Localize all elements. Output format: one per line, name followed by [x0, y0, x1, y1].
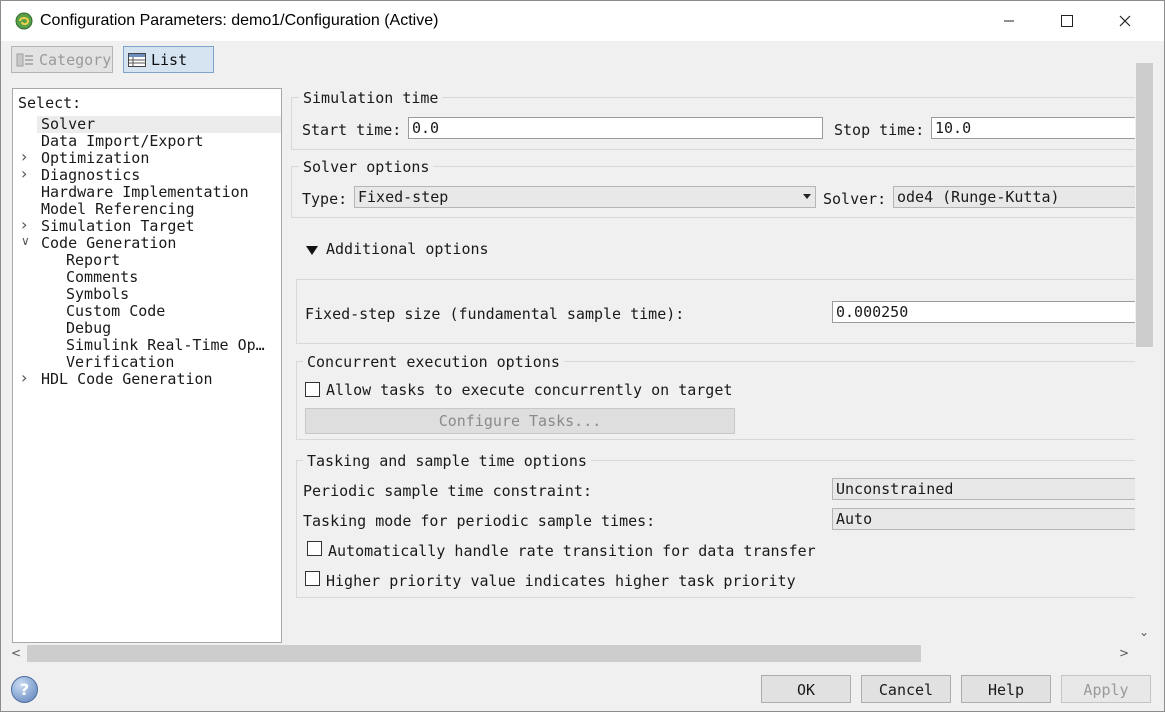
category-view-button[interactable]: Category [11, 46, 113, 73]
auto-rate-transition-label: Automatically handle rate transition for… [328, 542, 816, 560]
allow-concurrent-checkbox[interactable] [305, 382, 320, 397]
tree-item-label: Simulink Real-Time Op… [66, 336, 265, 354]
solver-pane: Simulation time Start time: 0.0 Stop tim… [284, 88, 1135, 643]
tree-item-label: Custom Code [66, 302, 166, 320]
tasking-mode-label: Tasking mode for periodic sample times: [303, 512, 656, 530]
type-dropdown[interactable]: Fixed-step [354, 186, 816, 208]
tree-item-label: HDL Code Generation [41, 370, 213, 388]
solver-value: ode4 (Runge-Kutta) [897, 188, 1060, 206]
tree-item-label: Comments [66, 268, 139, 286]
list-icon [128, 52, 146, 67]
start-time-field[interactable]: 0.0 [408, 117, 823, 139]
fixed-step-field[interactable]: 0.000250 [832, 301, 1135, 323]
tree-item-label: Optimization [41, 149, 150, 167]
maximize-icon [1061, 15, 1073, 27]
tasking-mode-dropdown[interactable]: Auto [832, 508, 1135, 530]
help-button[interactable]: Help [961, 675, 1051, 703]
additional-options-toggle[interactable]: Additional options [306, 240, 489, 258]
tree-item[interactable]: Model Referencing [41, 201, 195, 218]
minimize-icon [1004, 20, 1014, 22]
vertical-scroll-thumb[interactable] [1136, 63, 1153, 347]
tree-item[interactable]: Code Generation [41, 235, 176, 252]
tree-item[interactable]: HDL Code Generation [41, 371, 213, 388]
tree-item[interactable]: Simulink Real-Time Op… [66, 337, 265, 354]
periodic-constraint-value: Unconstrained [836, 480, 954, 498]
apply-button[interactable]: Apply [1061, 675, 1151, 703]
tree-item[interactable]: Debug [66, 320, 111, 337]
type-value: Fixed-step [358, 188, 449, 206]
tree-item-label: Diagnostics [41, 166, 141, 184]
tree-item[interactable]: Hardware Implementation [41, 184, 249, 201]
help-icon[interactable]: ? [11, 676, 38, 703]
tree-item-label: Hardware Implementation [41, 183, 249, 201]
tree-item-label: Data Import/Export [41, 132, 204, 150]
concurrent-execution-title: Concurrent execution options [303, 353, 564, 371]
solver-options-title: Solver options [299, 158, 434, 176]
scroll-right-icon[interactable]: > [1119, 646, 1129, 660]
cancel-button[interactable]: Cancel [861, 675, 951, 703]
stop-time-field[interactable]: 10.0 [931, 117, 1135, 139]
tree-item-label: Report [66, 251, 121, 269]
tree-item-label: Verification [66, 353, 175, 371]
periodic-constraint-dropdown[interactable]: Unconstrained [832, 478, 1135, 500]
select-label: Select: [18, 94, 82, 112]
tree-item[interactable]: Diagnostics [41, 167, 140, 184]
category-tree: Select: Solver Data Import/Export Optimiza… [12, 88, 282, 643]
solver-label: Solver: [823, 190, 887, 208]
close-icon [1119, 15, 1131, 27]
close-button[interactable] [1096, 1, 1154, 41]
scroll-left-icon[interactable]: < [11, 646, 21, 660]
window-title: Configuration Parameters: demo1/Configur… [40, 12, 439, 29]
tree-item-label: Symbols [66, 285, 130, 303]
category-icon [16, 53, 33, 66]
higher-priority-checkbox[interactable] [305, 571, 320, 586]
list-view-button[interactable]: List [123, 46, 214, 73]
auto-rate-transition-checkbox[interactable] [307, 541, 322, 556]
tasking-mode-value: Auto [836, 510, 873, 528]
config-params-window: Configuration Parameters: demo1/Configur… [0, 0, 1165, 712]
tree-item[interactable]: Optimization [41, 150, 149, 167]
scroll-down-icon[interactable]: ⌄ [1139, 625, 1149, 639]
tree-item[interactable]: Data Import/Export [41, 133, 204, 150]
periodic-constraint-label: Periodic sample time constraint: [303, 482, 592, 500]
higher-priority-label: Higher priority value indicates higher t… [326, 572, 796, 590]
tree-item-label: Simulation Target [41, 217, 195, 235]
tree-item[interactable]: Verification [66, 354, 174, 371]
tree-item[interactable]: Solver [37, 116, 281, 133]
chevron-down-icon[interactable]: ∨ [21, 234, 30, 248]
title-bar: Configuration Parameters: demo1/Configur… [1, 1, 1164, 41]
dropdown-arrow-icon [803, 194, 811, 199]
tree-item-label: Debug [66, 319, 112, 337]
horizontal-scroll-thumb[interactable] [27, 645, 921, 662]
ok-button[interactable]: OK [761, 675, 851, 703]
configure-tasks-button[interactable]: Configure Tasks... [305, 408, 735, 434]
tree-item-label: Model Referencing [41, 200, 195, 218]
triangle-down-icon [306, 245, 318, 255]
category-label: Category [39, 50, 112, 69]
tasking-title: Tasking and sample time options [303, 452, 591, 470]
stop-time-label: Stop time: [834, 121, 925, 139]
tree-item[interactable]: Simulation Target [41, 218, 195, 235]
chevron-right-icon[interactable]: › [21, 368, 27, 387]
tree-item[interactable]: Symbols [66, 286, 129, 303]
chevron-right-icon[interactable]: › [21, 215, 27, 234]
tree-item-label: Code Generation [41, 234, 177, 252]
simulation-time-title: Simulation time [299, 89, 443, 107]
tree-item[interactable]: Report [66, 252, 120, 269]
tree-item[interactable]: Custom Code [66, 303, 165, 320]
tree-item[interactable]: Comments [66, 269, 138, 286]
start-time-label: Start time: [302, 121, 402, 139]
simulink-icon [15, 12, 33, 30]
minimize-button[interactable] [980, 1, 1038, 41]
chevron-right-icon[interactable]: › [21, 164, 27, 183]
additional-options-label: Additional options [326, 240, 489, 258]
solver-dropdown[interactable]: ode4 (Runge-Kutta) [893, 186, 1135, 208]
type-label: Type: [302, 190, 348, 208]
fixed-step-label: Fixed-step size (fundamental sample time… [305, 305, 685, 323]
maximize-button[interactable] [1038, 1, 1096, 41]
list-label: List [151, 50, 188, 69]
tree-item-label: Solver [41, 115, 96, 133]
allow-concurrent-label: Allow tasks to execute concurrently on t… [326, 381, 733, 399]
